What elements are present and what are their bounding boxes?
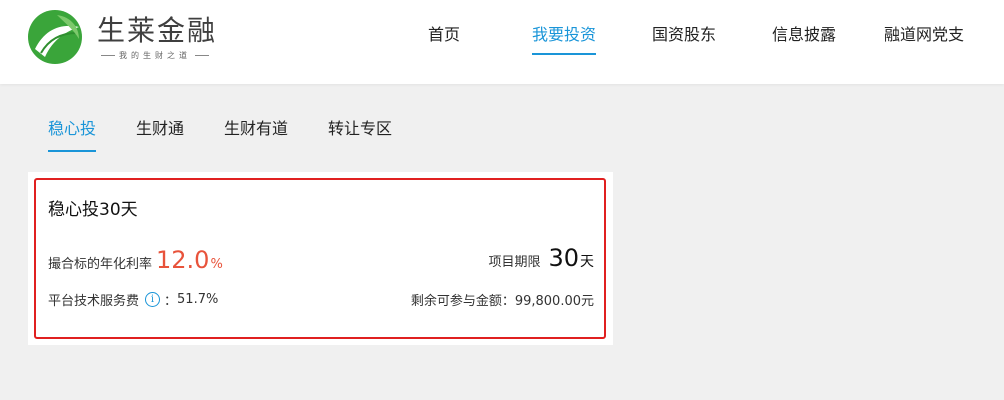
nav-party-branch[interactable]: 融道网党支 xyxy=(884,23,964,47)
product-card-wrapper: 稳心投30天 撮合标的年化利率 12.0 % 项目期限 30 天 平台技术服务费… xyxy=(28,172,613,345)
product-card[interactable]: 稳心投30天 撮合标的年化利率 12.0 % 项目期限 30 天 平台技术服务费… xyxy=(34,178,606,339)
term-unit: 天 xyxy=(580,254,594,270)
product-title[interactable]: 稳心投30天 xyxy=(48,199,138,221)
nav-disclosure[interactable]: 信息披露 xyxy=(772,23,836,47)
fee-label: 平台技术服务费 xyxy=(48,294,140,309)
tab-shengcaiyoudao[interactable]: 生财有道 xyxy=(224,117,288,141)
rate-row: 撮合标的年化利率 12.0 % xyxy=(48,246,223,274)
remaining-amount-row: 剩余可参与金额：99,800.00元 xyxy=(411,290,594,309)
main-nav: 首页 我要投资 国资股东 信息披露 融道网党支 xyxy=(0,20,1004,60)
fee-row: 平台技术服务费 i ： 51.7% xyxy=(48,290,218,309)
rate-unit: % xyxy=(210,257,223,272)
rate-value: 12.0 xyxy=(156,246,210,274)
nav-home[interactable]: 首页 xyxy=(428,23,460,47)
nav-invest[interactable]: 我要投资 xyxy=(532,23,597,55)
remaining-label: 剩余可参与金额： xyxy=(410,294,515,309)
term-row: 项目期限 30 天 xyxy=(488,244,594,272)
remaining-value: 99,800.00元 xyxy=(514,294,594,309)
product-tabs: 稳心投 生财通 生财有道 转让专区 xyxy=(0,110,1004,152)
tab-wenxintou[interactable]: 稳心投 xyxy=(48,117,97,152)
tab-shengcaitong[interactable]: 生财通 xyxy=(136,117,184,141)
info-icon[interactable]: i xyxy=(145,292,161,307)
site-header: 生莱金融 我的生财之道 首页 我要投资 国资股东 信息披露 融道网党支 xyxy=(0,0,1004,84)
fee-value: 51.7% xyxy=(177,292,219,307)
nav-state-shareholder[interactable]: 国资股东 xyxy=(652,23,716,47)
rate-label: 撮合标的年化利率 xyxy=(48,257,153,272)
tab-transfer-zone[interactable]: 转让专区 xyxy=(328,117,392,141)
term-label: 项目期限 xyxy=(488,255,541,270)
fee-separator: ： xyxy=(164,294,178,309)
term-value: 30 xyxy=(548,244,579,272)
